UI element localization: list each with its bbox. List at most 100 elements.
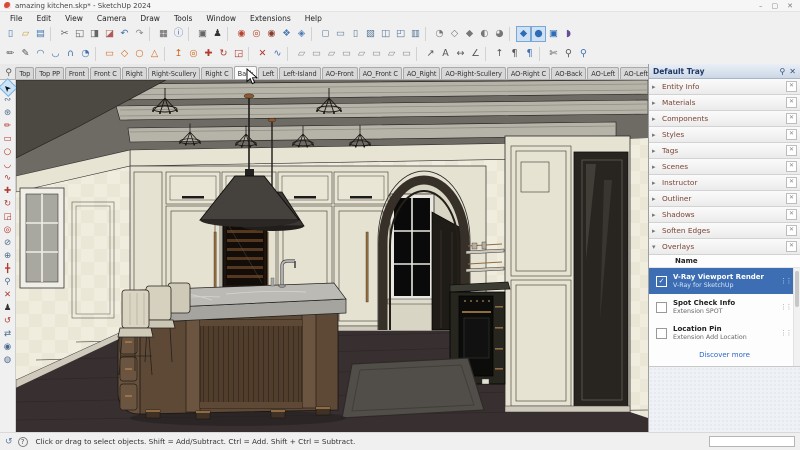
paint-bucket-tool-icon[interactable]: ⊛ xyxy=(1,107,15,120)
overlay-row-spot-check-info[interactable]: Spot Check Info Extension SPOT ⋮⋮ xyxy=(649,294,800,320)
save-file-icon[interactable]: ▤ xyxy=(33,26,48,42)
paragraph-tool-icon[interactable]: ¶ xyxy=(507,46,522,62)
tape-measure-tool-icon[interactable]: ⊘ xyxy=(1,237,15,250)
line-tool-icon[interactable]: ✏ xyxy=(1,120,15,133)
three-point-arc-tool-icon[interactable]: ∩ xyxy=(63,46,78,62)
xray-style-icon[interactable]: ◔ xyxy=(432,26,447,42)
rotated-rectangle-tool-icon[interactable]: ◇ xyxy=(117,46,132,62)
measurements-input[interactable] xyxy=(709,436,795,447)
push-pull-tool-icon[interactable]: ↥ xyxy=(171,46,186,62)
section-close-icon[interactable]: ✕ xyxy=(786,81,797,92)
scale-tool-icon[interactable]: ◲ xyxy=(231,46,246,62)
rotate-tool-icon[interactable]: ↻ xyxy=(216,46,231,62)
section-close-icon[interactable]: ✕ xyxy=(786,145,797,156)
scene-tab-right-scullery[interactable]: Right-Scullery xyxy=(147,67,201,79)
scene-tab-left-island[interactable]: Left-Island xyxy=(279,67,321,79)
section-close-icon[interactable]: ✕ xyxy=(786,193,797,204)
up-arrow-tool-icon[interactable]: ↑ xyxy=(492,46,507,62)
redo-icon[interactable]: ↷ xyxy=(132,26,147,42)
tray-section-materials[interactable]: ▸ Materials ✕ xyxy=(649,95,800,111)
maximize-button[interactable]: ▢ xyxy=(772,2,779,10)
rectangle-tool-icon[interactable]: ▭ xyxy=(1,133,15,146)
scene-search-icon[interactable]: ⚲ xyxy=(2,68,15,78)
zoom-extents-tool-icon[interactable]: ✕ xyxy=(1,289,15,302)
scene-tab-ao-right-c[interactable]: AO-Right C xyxy=(506,67,551,79)
close-button[interactable]: ✕ xyxy=(787,2,793,10)
menu-help[interactable]: Help xyxy=(298,14,329,23)
polygon-tool-icon[interactable]: △ xyxy=(147,46,162,62)
plugin-doc-tool-4-icon[interactable]: ▭ xyxy=(339,46,354,62)
curve-tool-icon[interactable]: ∿ xyxy=(270,46,285,62)
hidden-line-style-icon[interactable]: ◆ xyxy=(462,26,477,42)
plugin-doc-tool-7-icon[interactable]: ▱ xyxy=(384,46,399,62)
help-icon[interactable]: ? xyxy=(17,436,28,447)
section-close-icon[interactable]: ✕ xyxy=(786,97,797,108)
component-browser-icon[interactable]: ❖ xyxy=(279,26,294,42)
tray-section-soften-edges[interactable]: ▸ Soften Edges ✕ xyxy=(649,223,800,239)
plugin-doc-tool-2-icon[interactable]: ▭ xyxy=(309,46,324,62)
paste-in-place-icon[interactable]: ▣ xyxy=(195,26,210,42)
section-close-icon[interactable]: ✕ xyxy=(786,209,797,220)
overlays-scrollbar[interactable] xyxy=(793,268,800,366)
scene-tab-ao-right[interactable]: AO_Right xyxy=(402,67,441,79)
overlay-row-location-pin[interactable]: Location Pin Extension Add Location ⋮⋮ xyxy=(649,320,800,346)
print-icon[interactable]: ▦ xyxy=(156,26,171,42)
tray-section-scenes[interactable]: ▸ Scenes ✕ xyxy=(649,159,800,175)
section-close-icon[interactable]: ✕ xyxy=(786,225,797,236)
plugin-doc-tool-8-icon[interactable]: ▭ xyxy=(399,46,414,62)
model-info-icon[interactable]: ⓘ xyxy=(171,26,186,42)
discover-more-link[interactable]: Discover more xyxy=(649,346,800,366)
tray-section-outliner[interactable]: ▸ Outliner ✕ xyxy=(649,191,800,207)
new-file-icon[interactable]: ▯ xyxy=(3,26,18,42)
menu-camera[interactable]: Camera xyxy=(90,14,133,23)
pie-tool-icon[interactable]: ◔ xyxy=(78,46,93,62)
wireframe-style-icon[interactable]: ◇ xyxy=(447,26,462,42)
two-point-arc-tool-icon[interactable]: ◡ xyxy=(48,46,63,62)
plugin-doc-tool-1-icon[interactable]: ▱ xyxy=(294,46,309,62)
section-cut-icon[interactable]: ▯ xyxy=(348,26,363,42)
leader-arrow-tool-icon[interactable]: ↗ xyxy=(423,46,438,62)
shaded-style-icon[interactable]: ◐ xyxy=(477,26,492,42)
plugin-doc-tool-3-icon[interactable]: ▱ xyxy=(324,46,339,62)
paragraph-boxed-tool-icon[interactable]: ¶ xyxy=(522,46,537,62)
offset-tool-icon[interactable]: ◎ xyxy=(186,46,201,62)
menu-file[interactable]: File xyxy=(3,14,30,23)
scene-tab-back[interactable]: Back xyxy=(233,66,258,79)
plugin-doc-tool-6-icon[interactable]: ▭ xyxy=(369,46,384,62)
section-close-icon[interactable]: ✕ xyxy=(786,129,797,140)
tray-section-components[interactable]: ▸ Components ✕ xyxy=(649,111,800,127)
section-close-icon[interactable]: ✕ xyxy=(786,241,797,252)
freehand-tool-icon[interactable]: ✎ xyxy=(18,46,33,62)
scene-tab-right-c[interactable]: Right C xyxy=(201,67,233,79)
section-display-icon[interactable]: ▭ xyxy=(333,26,348,42)
scene-tab-ao-back[interactable]: AO-Back xyxy=(551,67,587,79)
back-edges-icon[interactable]: ▥ xyxy=(408,26,423,42)
copy-icon[interactable]: ◱ xyxy=(72,26,87,42)
hide-rest-icon[interactable]: ◫ xyxy=(378,26,393,42)
scale-tool-icon[interactable]: ◲ xyxy=(1,211,15,224)
checkbox-unchecked[interactable] xyxy=(656,327,667,339)
scene-tab-ao-front-c[interactable]: AO_Front C xyxy=(358,67,402,79)
arc-tool-icon[interactable]: ◡ xyxy=(1,159,15,172)
hide-similar-icon[interactable]: ◰ xyxy=(393,26,408,42)
menu-view[interactable]: View xyxy=(58,14,90,23)
scene-tab-front[interactable]: Front xyxy=(64,67,90,79)
tray-pin-icon[interactable]: ⚲ xyxy=(779,67,785,76)
extension-warehouse-icon[interactable]: ◉ xyxy=(264,26,279,42)
overlay-row-v-ray-viewport-render[interactable]: ✓ V-Ray Viewport Render V-Ray for SketchUp… xyxy=(649,268,800,294)
section-close-icon[interactable]: ✕ xyxy=(786,177,797,188)
orbit-tool-icon[interactable]: ↺ xyxy=(1,315,15,328)
arc-tool-icon[interactable]: ◠ xyxy=(33,46,48,62)
person-scale-icon[interactable]: ♟ xyxy=(210,26,225,42)
scene-tab-front-c[interactable]: Front C xyxy=(90,67,121,79)
menu-draw[interactable]: Draw xyxy=(133,14,167,23)
vray-frame-buffer-icon[interactable]: ▣ xyxy=(546,26,561,42)
tray-section-instructor[interactable]: ▸ Instructor ✕ xyxy=(649,175,800,191)
checkbox-checked[interactable]: ✓ xyxy=(656,275,667,287)
minimize-button[interactable]: – xyxy=(759,2,763,10)
freehand-tool-icon[interactable]: ∿ xyxy=(1,172,15,185)
zoom-tool-icon[interactable]: ⚲ xyxy=(1,276,15,289)
scene-tab-ao-right-scullery[interactable]: AO-Right-Scullery xyxy=(441,67,506,79)
offset-tool-icon[interactable]: ◎ xyxy=(1,224,15,237)
rug[interactable] xyxy=(341,357,485,419)
